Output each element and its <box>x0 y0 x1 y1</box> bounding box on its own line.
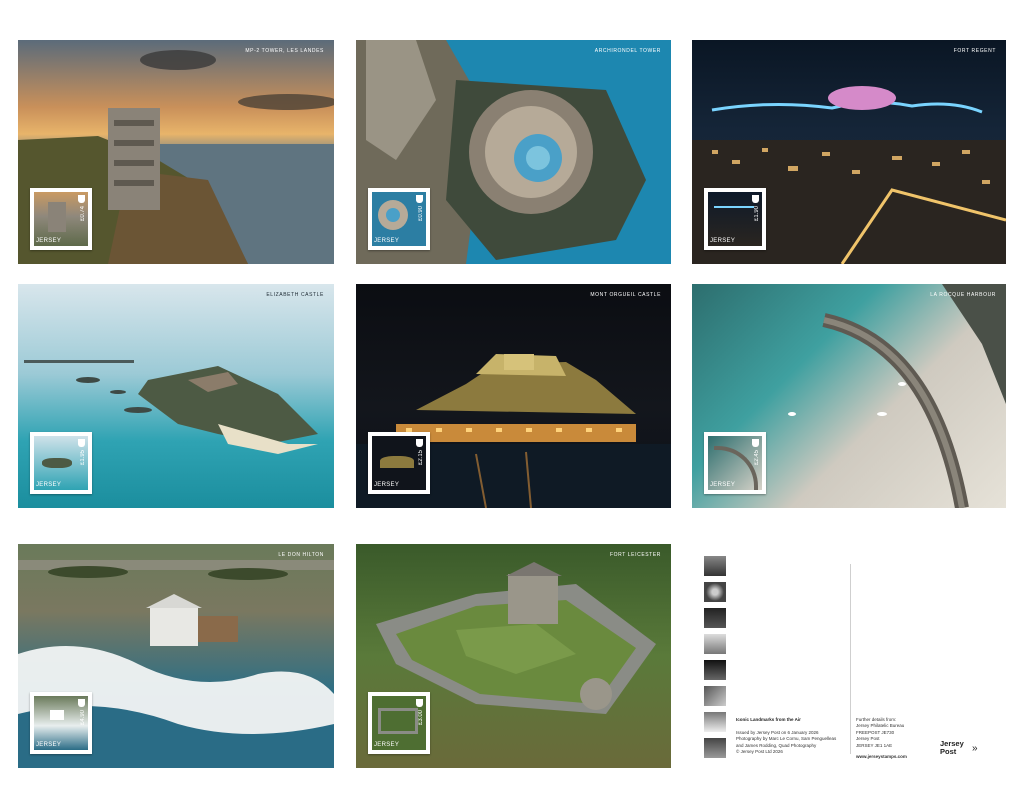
thumbnail <box>704 686 726 706</box>
issue-details: Issued by Jersey Post on 6 January 2026 … <box>736 729 837 755</box>
thumbnail <box>704 556 726 576</box>
stamp: £2.15 JERSEY <box>368 432 430 494</box>
postcard-fort-regent: FORT REGENT £1.90 JERSEY <box>692 40 1006 264</box>
website[interactable]: www.jerseystamps.com <box>856 754 907 761</box>
thumbnail <box>704 582 726 602</box>
stamp-country: JERSEY <box>710 238 736 244</box>
stamp: £4.90 JERSEY <box>30 692 92 754</box>
address: Further details from: Jersey Philatelic … <box>856 716 905 748</box>
postcard-mont-orgueil-castle: MONT ORGUEIL CASTLE £2.15 JERSEY <box>356 284 671 508</box>
stamp: £1.95 JERSEY <box>30 432 92 494</box>
stamp-value: £4.90 <box>80 710 86 726</box>
stamp-value: £0.90 <box>418 206 424 222</box>
jersey-crest-icon <box>416 439 423 447</box>
stamp-country: JERSEY <box>710 482 736 488</box>
jersey-crest-icon <box>78 699 85 707</box>
thumbnail <box>704 660 726 680</box>
card-title: FORT REGENT <box>953 48 996 54</box>
stamp-country: JERSEY <box>374 482 400 488</box>
stamp-value: £1.95 <box>80 450 86 466</box>
jersey-crest-icon <box>78 439 85 447</box>
card-title: MONT ORGUEIL CASTLE <box>590 292 661 298</box>
jersey-crest-icon <box>752 195 759 203</box>
thumbnail <box>704 608 726 628</box>
card-title: MP-2 TOWER, LES LANDES <box>245 48 324 54</box>
card-title: LE DON HILTON <box>278 552 324 558</box>
thumbnail <box>704 712 726 732</box>
stamp-value: £0.74 <box>80 206 86 222</box>
postcard-archirondel-tower: ARCHIRONDEL TOWER £0.90 JERSEY <box>356 40 671 264</box>
thumbnail <box>704 738 726 758</box>
card-title: ARCHIRONDEL TOWER <box>594 48 661 54</box>
logo-line-2: Post <box>940 746 957 756</box>
stamp-value: £2.15 <box>418 450 424 466</box>
stamp: £1.90 JERSEY <box>704 188 766 250</box>
stamp: £0.74 JERSEY <box>30 188 92 250</box>
stamp: £2.45 JERSEY <box>704 432 766 494</box>
stamp: £3.00 JERSEY <box>368 692 430 754</box>
stamp-value: £2.45 <box>754 450 760 466</box>
divider <box>850 564 851 754</box>
address-block: Further details from: Jersey Philatelic … <box>856 710 936 756</box>
stamp-value: £3.00 <box>418 710 424 726</box>
stamp-country: JERSEY <box>36 482 62 488</box>
card-title: LA ROCQUE HARBOUR <box>930 292 996 298</box>
postcard-la-rocque-harbour: LA ROCQUE HARBOUR £2.45 JERSEY <box>692 284 1006 508</box>
thumbnail <box>704 634 726 654</box>
postcard-back: Iconic Landmarks from the Air Issued by … <box>692 544 1006 768</box>
issue-title: Iconic Landmarks from the Air <box>736 716 801 722</box>
jersey-crest-icon <box>416 699 423 707</box>
jersey-crest-icon <box>416 195 423 203</box>
stamp-country: JERSEY <box>36 238 62 244</box>
postcard-elizabeth-castle: ELIZABETH CASTLE £1.95 JERSEY <box>18 284 334 508</box>
jersey-crest-icon <box>752 439 759 447</box>
issue-info: Iconic Landmarks from the Air Issued by … <box>736 710 846 762</box>
postcard-fort-leicester: FORT LEICESTER £3.00 JERSEY <box>356 544 671 768</box>
jersey-crest-icon <box>78 195 85 203</box>
stamp-country: JERSEY <box>374 238 400 244</box>
stamp-country: JERSEY <box>374 742 400 748</box>
postcard-mp2-tower: MP-2 TOWER, LES LANDES £0.74 JERSEY <box>18 40 334 264</box>
jersey-post-logo: Jersey Post <box>940 740 964 755</box>
stamp-value: £1.90 <box>754 206 760 222</box>
chevron-logo-icon: » <box>972 743 978 754</box>
stamp: £0.90 JERSEY <box>368 188 430 250</box>
postcard-le-don-hilton: LE DON HILTON £4.90 JERSEY <box>18 544 334 768</box>
card-title: FORT LEICESTER <box>609 552 661 558</box>
card-title: ELIZABETH CASTLE <box>266 292 324 298</box>
stamp-country: JERSEY <box>36 742 62 748</box>
